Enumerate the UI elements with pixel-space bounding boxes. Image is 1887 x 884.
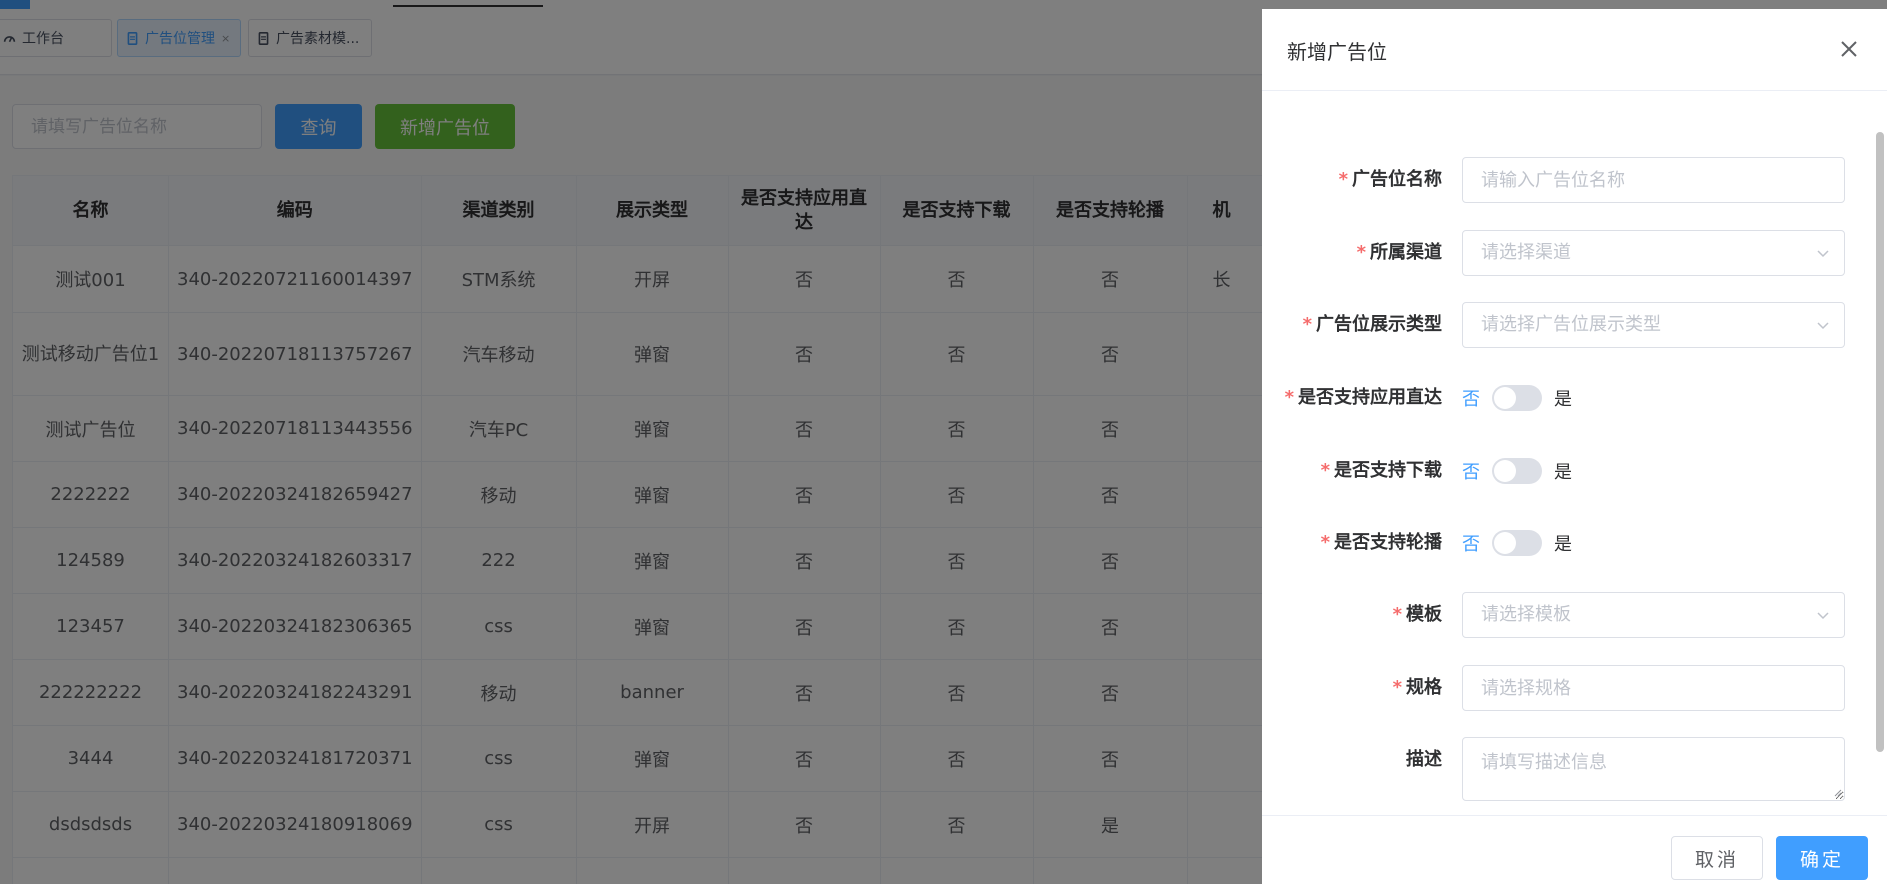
drawer-title: 新增广告位 xyxy=(1287,40,1387,64)
chevron-down-icon xyxy=(1817,250,1829,258)
switch-off-label[interactable]: 否 xyxy=(1462,458,1480,484)
select-placeholder: 请选择广告位展示类型 xyxy=(1481,314,1661,335)
switch-on-label[interactable]: 是 xyxy=(1554,385,1572,411)
form-label-text: 描述 xyxy=(1406,749,1442,770)
download-switch-group: 否 是 xyxy=(1462,448,1572,494)
carousel-switch[interactable] xyxy=(1492,530,1542,556)
spec-input[interactable] xyxy=(1462,665,1845,711)
close-icon[interactable] xyxy=(1835,35,1863,63)
form-row-carousel: * 是否支持轮播 否 是 xyxy=(1262,520,1872,566)
form-label: * 广告位展示类型 xyxy=(1303,302,1442,348)
add-ad-slot-drawer: 新增广告位 *广告位名称 *所属渠道 请选择渠道 *广告位展示类型 请选择广告位… xyxy=(1262,9,1887,884)
switch-off-label[interactable]: 否 xyxy=(1462,530,1480,556)
form-label: * 是否支持应用直达 xyxy=(1285,375,1442,421)
select-placeholder: 请选择模板 xyxy=(1481,604,1571,625)
download-switch[interactable] xyxy=(1492,458,1542,484)
required-mark: * xyxy=(1284,387,1294,408)
required-mark: * xyxy=(1392,604,1402,625)
switch-on-label[interactable]: 是 xyxy=(1554,530,1572,556)
direct-switch[interactable] xyxy=(1492,385,1542,411)
required-mark: * xyxy=(1392,677,1402,698)
form-label-text: 广告位名称 xyxy=(1352,169,1442,190)
switch-knob xyxy=(1494,387,1516,409)
form-row-download: * 是否支持下载 否 是 xyxy=(1262,448,1872,494)
required-mark: * xyxy=(1356,242,1366,263)
required-mark: * xyxy=(1302,314,1312,335)
select-placeholder: 请选择渠道 xyxy=(1481,242,1571,263)
chevron-down-icon xyxy=(1817,322,1829,330)
required-mark: * xyxy=(1338,169,1348,190)
carousel-switch-group: 否 是 xyxy=(1462,520,1572,566)
description-textarea[interactable] xyxy=(1462,737,1845,801)
switch-off-label[interactable]: 否 xyxy=(1462,385,1480,411)
drawer-scrollbar[interactable] xyxy=(1876,132,1884,752)
form-row-direct: * 是否支持应用直达 否 是 xyxy=(1262,375,1872,421)
form-label-text: 是否支持应用直达 xyxy=(1298,387,1442,408)
confirm-button[interactable]: 确定 xyxy=(1776,836,1868,880)
form-row-template: * 模板 请选择模板 xyxy=(1262,592,1872,638)
form-label-text: 规格 xyxy=(1406,677,1442,698)
channel-select[interactable]: 请选择渠道 xyxy=(1462,230,1845,276)
display-type-select[interactable]: 请选择广告位展示类型 xyxy=(1462,302,1845,348)
form-label: * 所属渠道 xyxy=(1357,230,1442,276)
required-mark: * xyxy=(1320,532,1330,553)
resize-grip-icon[interactable] xyxy=(1832,787,1842,797)
ad-slot-name-input[interactable] xyxy=(1462,157,1845,203)
form-label: * 模板 xyxy=(1393,592,1442,638)
form-row-channel: * 所属渠道 请选择渠道 xyxy=(1262,230,1872,276)
form-label: * 是否支持轮播 xyxy=(1321,520,1442,566)
form-label-text: 广告位展示类型 xyxy=(1316,314,1442,335)
switch-on-label[interactable]: 是 xyxy=(1554,458,1572,484)
drawer-header-divider xyxy=(1262,90,1887,91)
form-label-text: 是否支持下载 xyxy=(1334,460,1442,481)
form-row-spec: * 规格 xyxy=(1262,665,1872,711)
form-row-description: 描述 xyxy=(1262,737,1872,801)
form-label-text: 是否支持轮播 xyxy=(1334,532,1442,553)
cancel-button[interactable]: 取消 xyxy=(1671,836,1763,880)
direct-switch-group: 否 是 xyxy=(1462,375,1572,421)
form-row-name: * 广告位名称 xyxy=(1262,157,1872,203)
form-label: * 是否支持下载 xyxy=(1321,448,1442,494)
form-label: * 广告位名称 xyxy=(1339,157,1442,203)
switch-knob xyxy=(1494,532,1516,554)
form-label: * 规格 xyxy=(1393,665,1442,711)
switch-knob xyxy=(1494,460,1516,482)
chevron-down-icon xyxy=(1817,612,1829,620)
form-label-text: 模板 xyxy=(1406,604,1442,625)
form-row-display-type: * 广告位展示类型 请选择广告位展示类型 xyxy=(1262,302,1872,348)
template-select[interactable]: 请选择模板 xyxy=(1462,592,1845,638)
form-label: 描述 xyxy=(1406,737,1442,783)
drawer-footer-divider xyxy=(1262,815,1887,816)
required-mark: * xyxy=(1320,460,1330,481)
form-label-text: 所属渠道 xyxy=(1370,242,1442,263)
